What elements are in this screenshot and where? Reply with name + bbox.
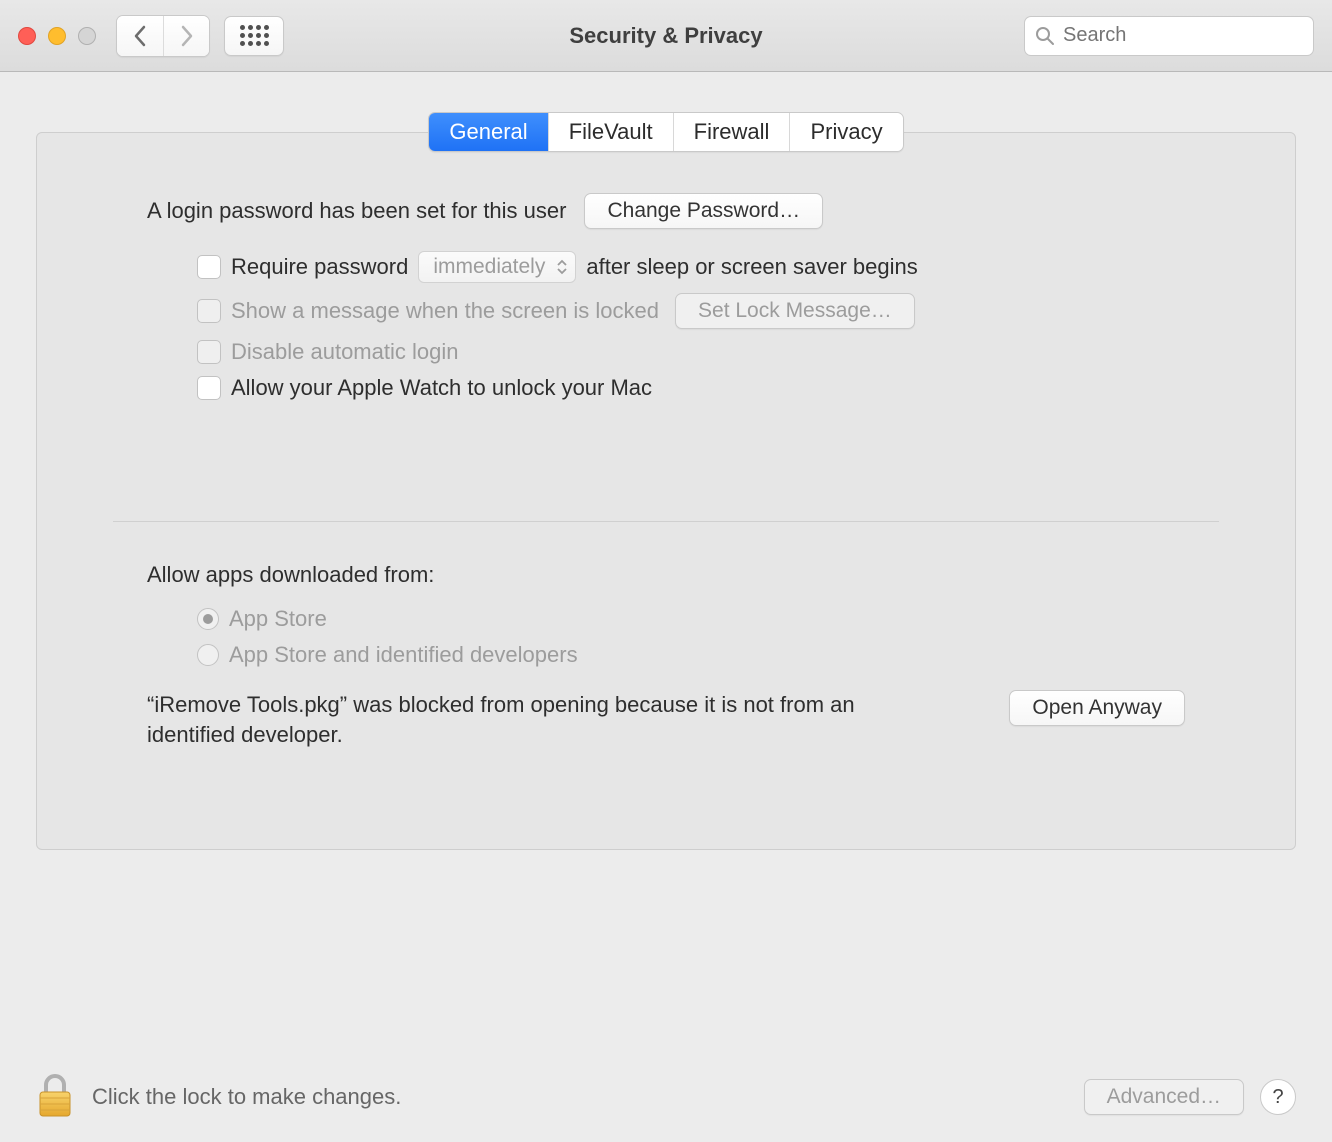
search-field-wrap[interactable] [1024, 16, 1314, 56]
show-lock-message-row: Show a message when the screen is locked… [197, 293, 1185, 329]
apple-watch-unlock-row: Allow your Apple Watch to unlock your Ma… [197, 375, 1185, 401]
advanced-button: Advanced… [1084, 1079, 1244, 1115]
tab-filevault[interactable]: FileVault [548, 113, 673, 151]
content: General FileVault Firewall Privacy A log… [0, 72, 1332, 1052]
radio-app-store-and-dev [197, 644, 219, 666]
show-lock-message-label: Show a message when the screen is locked [231, 298, 659, 324]
fullscreen-window-button[interactable] [78, 27, 96, 45]
lock-icon[interactable] [36, 1072, 74, 1123]
disable-auto-login-checkbox [197, 340, 221, 364]
require-password-delay-select[interactable]: immediately [418, 251, 576, 283]
blocked-app-row: “iRemove Tools.pkg” was blocked from ope… [147, 690, 1185, 749]
chevron-right-icon [180, 25, 194, 47]
select-arrows-icon [557, 259, 567, 275]
login-password-label: A login password has been set for this u… [147, 198, 566, 224]
show-all-prefs-button[interactable] [224, 16, 284, 56]
show-lock-message-checkbox [197, 299, 221, 323]
chevron-left-icon [133, 25, 147, 47]
open-anyway-button[interactable]: Open Anyway [1009, 690, 1185, 726]
tabbar: General FileVault Firewall Privacy [428, 112, 903, 152]
general-panel: A login password has been set for this u… [36, 132, 1296, 850]
window: Security & Privacy General FileVault Fir… [0, 0, 1332, 1142]
require-password-label: Require password [231, 254, 408, 280]
lock-text: Click the lock to make changes. [92, 1084, 401, 1110]
help-button[interactable]: ? [1260, 1079, 1296, 1115]
tab-firewall[interactable]: Firewall [673, 113, 790, 151]
apple-watch-unlock-label: Allow your Apple Watch to unlock your Ma… [231, 375, 652, 401]
radio-app-store-label: App Store [229, 606, 327, 632]
titlebar: Security & Privacy [0, 0, 1332, 72]
panel-divider [113, 521, 1219, 522]
radio-app-store-and-dev-label: App Store and identified developers [229, 642, 578, 668]
require-password-row: Require password immediately after sleep… [197, 251, 1185, 283]
allow-apps-title: Allow apps downloaded from: [147, 562, 1185, 588]
require-password-suffix: after sleep or screen saver begins [586, 254, 917, 280]
login-password-row: A login password has been set for this u… [147, 193, 1185, 229]
tab-general[interactable]: General [429, 113, 547, 151]
disable-auto-login-label: Disable automatic login [231, 339, 458, 365]
nav-group [116, 15, 210, 57]
set-lock-message-button: Set Lock Message… [675, 293, 915, 329]
radio-app-store [197, 608, 219, 630]
change-password-button[interactable]: Change Password… [584, 193, 823, 229]
require-password-delay-value: immediately [433, 255, 545, 279]
back-button[interactable] [117, 16, 163, 56]
require-password-checkbox[interactable] [197, 255, 221, 279]
radio-app-store-row: App Store [197, 606, 1185, 632]
forward-button[interactable] [163, 16, 209, 56]
window-title: Security & Privacy [569, 23, 762, 49]
blocked-app-message: “iRemove Tools.pkg” was blocked from ope… [147, 690, 867, 749]
traffic-lights [18, 27, 96, 45]
search-icon [1035, 26, 1055, 46]
grid-icon [240, 25, 269, 46]
disable-auto-login-row: Disable automatic login [197, 339, 1185, 365]
radio-app-store-dev-row: App Store and identified developers [197, 642, 1185, 668]
close-window-button[interactable] [18, 27, 36, 45]
search-input[interactable] [1063, 24, 1303, 47]
bottom-bar: Click the lock to make changes. Advanced… [0, 1052, 1332, 1142]
tab-privacy[interactable]: Privacy [789, 113, 902, 151]
apple-watch-unlock-checkbox[interactable] [197, 376, 221, 400]
minimize-window-button[interactable] [48, 27, 66, 45]
